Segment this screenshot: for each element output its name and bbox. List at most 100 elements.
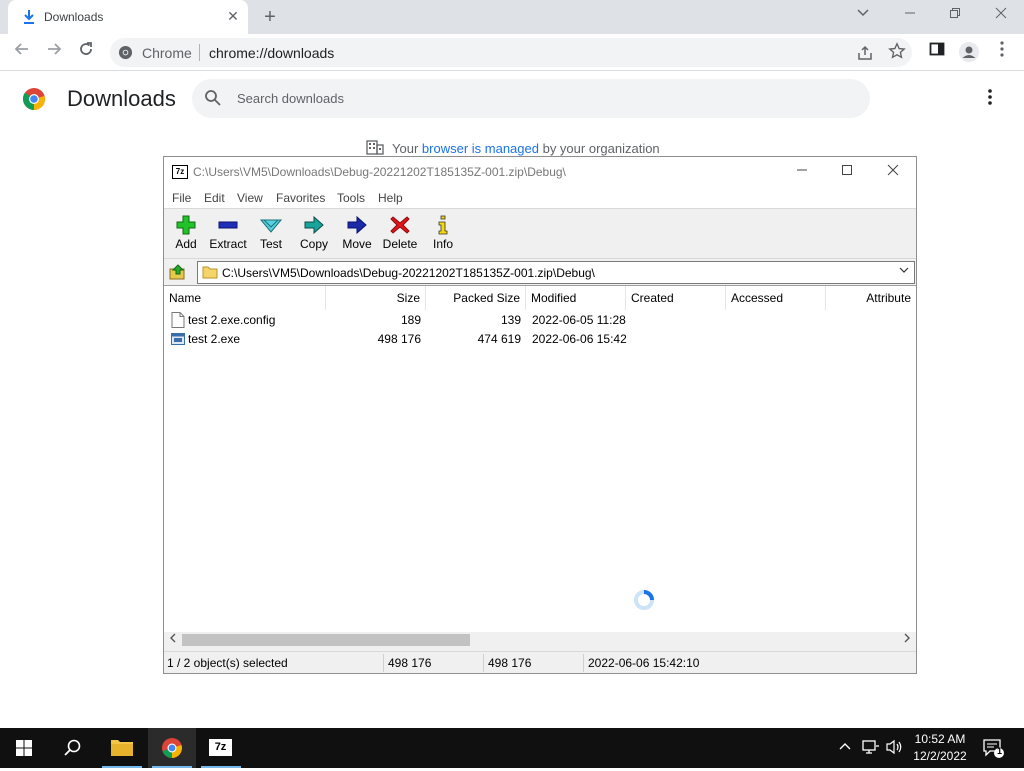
search-downloads-field[interactable]: Search downloads: [192, 79, 870, 118]
restore-button[interactable]: [943, 6, 967, 26]
file-explorer-button[interactable]: [98, 728, 146, 768]
tab-title: Downloads: [44, 10, 104, 24]
status-bar: 1 / 2 object(s) selected 498 176 498 176…: [164, 651, 916, 673]
status-packed: 498 176: [488, 656, 532, 670]
chevron-down-icon: [857, 9, 869, 17]
7zip-close-button[interactable]: [879, 163, 907, 181]
add-button[interactable]: Add: [164, 213, 208, 257]
copy-button[interactable]: Copy: [292, 213, 336, 257]
table-row[interactable]: test 2.exe 498 176 474 619 2022-06-06 15…: [164, 330, 916, 349]
path-combobox[interactable]: C:\Users\VM5\Downloads\Debug-20221202T18…: [197, 261, 915, 284]
col-accessed[interactable]: Accessed: [726, 286, 826, 310]
delete-button[interactable]: Delete: [378, 213, 422, 257]
file-name: test 2.exe.config: [188, 313, 276, 327]
folder-up-icon[interactable]: [169, 263, 187, 281]
star-icon[interactable]: [888, 42, 906, 60]
start-button[interactable]: [0, 728, 48, 768]
status-divider: [483, 654, 484, 672]
horizontal-scrollbar[interactable]: [164, 632, 916, 648]
menu-view[interactable]: View: [237, 191, 263, 205]
7zip-logo-icon: 7z: [172, 165, 188, 179]
forward-button[interactable]: [42, 40, 66, 64]
avatar-icon: [959, 42, 979, 62]
7zip-title: C:\Users\VM5\Downloads\Debug-20221202T18…: [193, 165, 566, 179]
scroll-right-icon[interactable]: [903, 633, 911, 646]
menu-edit[interactable]: Edit: [204, 191, 225, 205]
move-label: Move: [342, 237, 372, 251]
7zip-menubar: File Edit View Favorites Tools Help: [164, 187, 916, 209]
tab-close-button[interactable]: ✕: [224, 8, 242, 25]
chrome-icon: [162, 738, 182, 758]
info-button[interactable]: Info: [421, 213, 465, 257]
file-list[interactable]: Name Size Packed Size Modified Created A…: [164, 285, 916, 648]
status-size: 498 176: [388, 656, 432, 670]
test-button[interactable]: Test: [249, 213, 293, 257]
notification-count: 1: [996, 746, 1002, 756]
chrome-icon: [118, 45, 133, 60]
7zip-maximize-button[interactable]: [833, 163, 861, 181]
menu-tools[interactable]: Tools: [337, 191, 365, 205]
copy-label: Copy: [299, 237, 328, 251]
file-modified: 2022-06-05 11:28: [532, 313, 626, 327]
search-placeholder: Search downloads: [237, 91, 344, 106]
extract-icon: [218, 221, 238, 229]
chevron-up-icon: [839, 743, 851, 750]
site-chip: Chrome: [142, 45, 192, 61]
menu-file[interactable]: File: [172, 191, 191, 205]
7zip-window: 7z C:\Users\VM5\Downloads\Debug-20221202…: [163, 156, 917, 674]
close-icon: [887, 164, 899, 176]
chevron-down-icon[interactable]: [898, 264, 910, 279]
7zip-titlebar[interactable]: 7z C:\Users\VM5\Downloads\Debug-20221202…: [164, 157, 916, 187]
clock-date[interactable]: 12/2/2022: [912, 749, 968, 763]
move-button[interactable]: Move: [335, 213, 379, 257]
chrome-logo-icon: [23, 88, 45, 110]
minimize-button[interactable]: [898, 6, 922, 26]
tab-downloads[interactable]: Downloads ✕: [8, 0, 248, 34]
back-button[interactable]: [10, 40, 34, 64]
downloads-menu-button[interactable]: [980, 88, 1000, 110]
menu-favorites[interactable]: Favorites: [276, 191, 325, 205]
arrow-left-icon: [14, 43, 28, 55]
extract-button[interactable]: Extract: [206, 213, 250, 257]
new-tab-button[interactable]: +: [258, 5, 282, 29]
address-bar[interactable]: Chrome chrome://downloads: [110, 38, 912, 67]
7zip-taskbar-button[interactable]: 7z: [197, 728, 245, 768]
path-text[interactable]: C:\Users\VM5\Downloads\Debug-20221202T18…: [222, 266, 595, 280]
url-text[interactable]: chrome://downloads: [209, 45, 334, 61]
exe-icon: [171, 333, 185, 345]
chrome-taskbar-button[interactable]: [148, 728, 196, 768]
7zip-minimize-button[interactable]: [788, 163, 816, 181]
managed-link[interactable]: browser is managed: [422, 141, 539, 156]
action-center-button[interactable]: 1: [982, 738, 1004, 758]
network-icon[interactable]: [862, 739, 880, 755]
7zip-address-row: C:\Users\VM5\Downloads\Debug-20221202T18…: [164, 259, 916, 285]
col-name[interactable]: Name: [164, 286, 326, 310]
col-size[interactable]: Size: [326, 286, 426, 310]
browser-menu-button[interactable]: [991, 41, 1013, 63]
file-icon: [171, 312, 185, 328]
clock-time[interactable]: 10:52 AM: [912, 732, 968, 746]
col-packed-size[interactable]: Packed Size: [426, 286, 526, 310]
tab-search-button[interactable]: [851, 6, 875, 26]
search-button[interactable]: [48, 728, 96, 768]
scroll-left-icon[interactable]: [169, 633, 177, 646]
share-icon[interactable]: [856, 44, 874, 62]
profile-button[interactable]: [958, 41, 980, 63]
reload-button[interactable]: [74, 40, 98, 64]
file-name: test 2.exe: [188, 332, 241, 346]
close-icon: [995, 7, 1007, 19]
table-row[interactable]: test 2.exe.config 189 139 2022-06-05 11:…: [164, 311, 916, 330]
show-hidden-icons-button[interactable]: [838, 739, 854, 755]
loading-spinner-icon: [634, 590, 654, 610]
volume-icon[interactable]: [886, 739, 904, 755]
side-panel-button[interactable]: [926, 41, 948, 63]
close-window-button[interactable]: [989, 6, 1013, 26]
browser-toolbar: Chrome chrome://downloads: [0, 34, 1024, 71]
menu-help[interactable]: Help: [378, 191, 403, 205]
col-modified[interactable]: Modified: [526, 286, 626, 310]
scrollbar-thumb[interactable]: [182, 634, 470, 646]
col-attributes[interactable]: Attribute: [826, 286, 916, 310]
page-title: Downloads: [67, 86, 176, 111]
col-created[interactable]: Created: [626, 286, 726, 310]
file-size: 189: [400, 313, 421, 327]
